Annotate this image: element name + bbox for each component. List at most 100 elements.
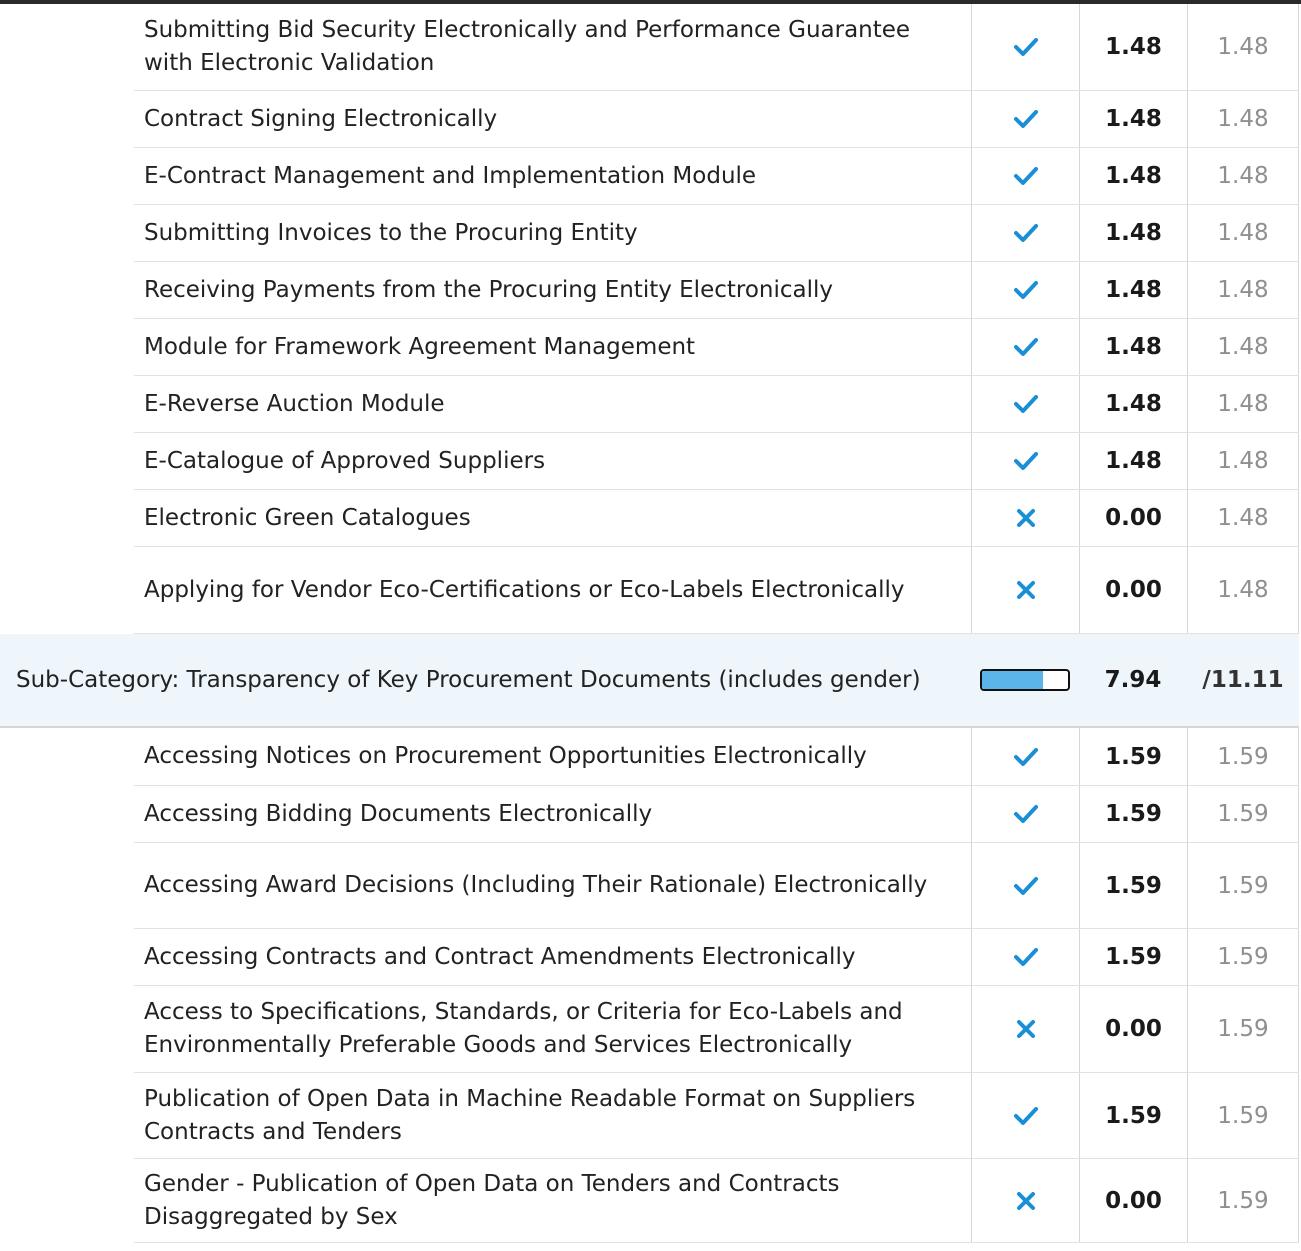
score-value: 1.48 [1079, 4, 1187, 90]
indicator-label: Electronic Green Catalogues [144, 504, 471, 531]
cross-icon [1014, 1017, 1038, 1041]
max-score-value: 1.59 [1187, 786, 1299, 842]
indicator-group: Submitting Bid Security Electronically a… [0, 4, 1301, 634]
max-score-value: 1.59 [1187, 843, 1299, 928]
score-value: 1.48 [1079, 376, 1187, 432]
status-cell [971, 929, 1079, 985]
max-score-value: 1.48 [1187, 490, 1299, 546]
indicator-label: Applying for Vendor Eco-Certifications o… [144, 576, 905, 603]
indicator-row: E-Catalogue of Approved Suppliers 1.48 1.4… [134, 433, 1299, 490]
status-cell [971, 262, 1079, 318]
indicator-row: Submitting Bid Security Electronically a… [134, 4, 1299, 91]
progress-fill [982, 671, 1044, 689]
indicator-label: Module for Framework Agreement Managemen… [144, 333, 696, 360]
max-score-value: 1.59 [1187, 986, 1299, 1072]
indicator-label: Submitting Invoices to the Procuring Ent… [144, 219, 638, 246]
max-score-value: 1.48 [1187, 433, 1299, 489]
max-score-value: 1.59 [1187, 929, 1299, 985]
indicator-row: Module for Framework Agreement Managemen… [134, 319, 1299, 376]
score-value: 1.48 [1079, 319, 1187, 375]
subcategory-max: /11.11 [1202, 667, 1284, 693]
check-icon [1012, 276, 1040, 304]
score-table: Submitting Bid Security Electronically a… [0, 4, 1301, 1243]
check-icon [1012, 447, 1040, 475]
max-score-value: 1.48 [1187, 4, 1299, 90]
cross-icon [1014, 578, 1038, 602]
max-score-value: 1.59 [1187, 1073, 1299, 1158]
max-score-value: 1.48 [1187, 547, 1299, 633]
indicator-row: Accessing Contracts and Contract Amendme… [134, 929, 1299, 986]
subcategory-progress-cell [971, 634, 1079, 726]
indicator-row: Publication of Open Data in Machine Read… [134, 1073, 1299, 1159]
indicator-label: Accessing Notices on Procurement Opportu… [144, 743, 867, 769]
indicator-row: Gender - Publication of Open Data on Ten… [134, 1159, 1299, 1243]
indicator-label: E-Catalogue of Approved Suppliers [144, 447, 546, 474]
max-score-value: 1.59 [1187, 728, 1299, 785]
max-score-value: 1.48 [1187, 376, 1299, 432]
status-cell [971, 4, 1079, 90]
check-icon [1012, 390, 1040, 418]
status-cell [971, 433, 1079, 489]
max-score-value: 1.48 [1187, 91, 1299, 147]
score-value: 1.48 [1079, 148, 1187, 204]
score-value: 1.48 [1079, 91, 1187, 147]
max-score-value: 1.48 [1187, 262, 1299, 318]
status-cell [971, 376, 1079, 432]
status-cell [971, 1159, 1079, 1242]
indicator-row: E-Reverse Auction Module 1.48 1.48 [134, 376, 1299, 433]
score-value: 1.48 [1079, 205, 1187, 261]
check-icon [1012, 943, 1040, 971]
indicator-label: Submitting Bid Security Electronically a… [144, 17, 911, 76]
indicator-label: Receiving Payments from the Procuring En… [144, 276, 834, 303]
status-cell [971, 490, 1079, 546]
cross-icon [1014, 1189, 1038, 1213]
check-icon [1012, 105, 1040, 133]
indicator-row: Applying for Vendor Eco-Certifications o… [134, 547, 1299, 634]
indicator-label: Accessing Bidding Documents Electronical… [144, 800, 653, 827]
status-cell [971, 205, 1079, 261]
indicator-label: Publication of Open Data in Machine Read… [144, 1085, 916, 1145]
indicator-row: Submitting Invoices to the Procuring Ent… [134, 205, 1299, 262]
score-value: 0.00 [1079, 1159, 1187, 1242]
indicator-row: Accessing Award Decisions (Including The… [134, 843, 1299, 929]
status-cell [971, 547, 1079, 633]
cross-icon [1014, 506, 1038, 530]
status-cell [971, 319, 1079, 375]
indicator-label: Accessing Contracts and Contract Amendme… [144, 943, 856, 970]
status-cell [971, 148, 1079, 204]
status-cell [971, 91, 1079, 147]
score-value: 1.59 [1079, 728, 1187, 785]
status-cell [971, 986, 1079, 1072]
indicator-row: Access to Specifications, Standards, or … [134, 986, 1299, 1073]
indicator-label: Accessing Award Decisions (Including The… [144, 872, 928, 898]
indicator-row: Accessing Notices on Procurement Opportu… [134, 728, 1299, 786]
indicator-row: E-Contract Management and Implementation… [134, 148, 1299, 205]
score-value: 1.48 [1079, 262, 1187, 318]
indicator-row: Contract Signing Electronically 1.48 1.48 [134, 91, 1299, 148]
indicator-label: Contract Signing Electronically [144, 105, 498, 132]
max-score-value: 1.59 [1187, 1159, 1299, 1242]
score-value: 1.59 [1079, 1073, 1187, 1158]
check-icon [1012, 162, 1040, 190]
max-score-value: 1.48 [1187, 319, 1299, 375]
indicator-row: Electronic Green Catalogues 0.00 1.48 [134, 490, 1299, 547]
status-cell [971, 843, 1079, 928]
score-value: 1.59 [1079, 786, 1187, 842]
check-icon [1012, 333, 1040, 361]
score-value: 1.59 [1079, 843, 1187, 928]
score-value: 0.00 [1079, 547, 1187, 633]
score-value: 0.00 [1079, 490, 1187, 546]
check-icon [1012, 219, 1040, 247]
status-cell [971, 1073, 1079, 1158]
indicator-label: E-Reverse Auction Module [144, 390, 445, 417]
max-score-value: 1.48 [1187, 148, 1299, 204]
subcategory-progress-bar [980, 669, 1070, 691]
check-icon [1012, 33, 1040, 61]
check-icon [1012, 800, 1040, 828]
status-cell [971, 728, 1079, 785]
indicator-label: E-Contract Management and Implementation… [144, 162, 757, 189]
subcategory-score: 7.94 [1104, 667, 1162, 693]
max-score-value: 1.48 [1187, 205, 1299, 261]
subcategory-row: Sub-Category: Transparency of Key Procur… [0, 634, 1299, 728]
subcategory-label: Sub-Category: Transparency of Key Procur… [16, 666, 921, 693]
